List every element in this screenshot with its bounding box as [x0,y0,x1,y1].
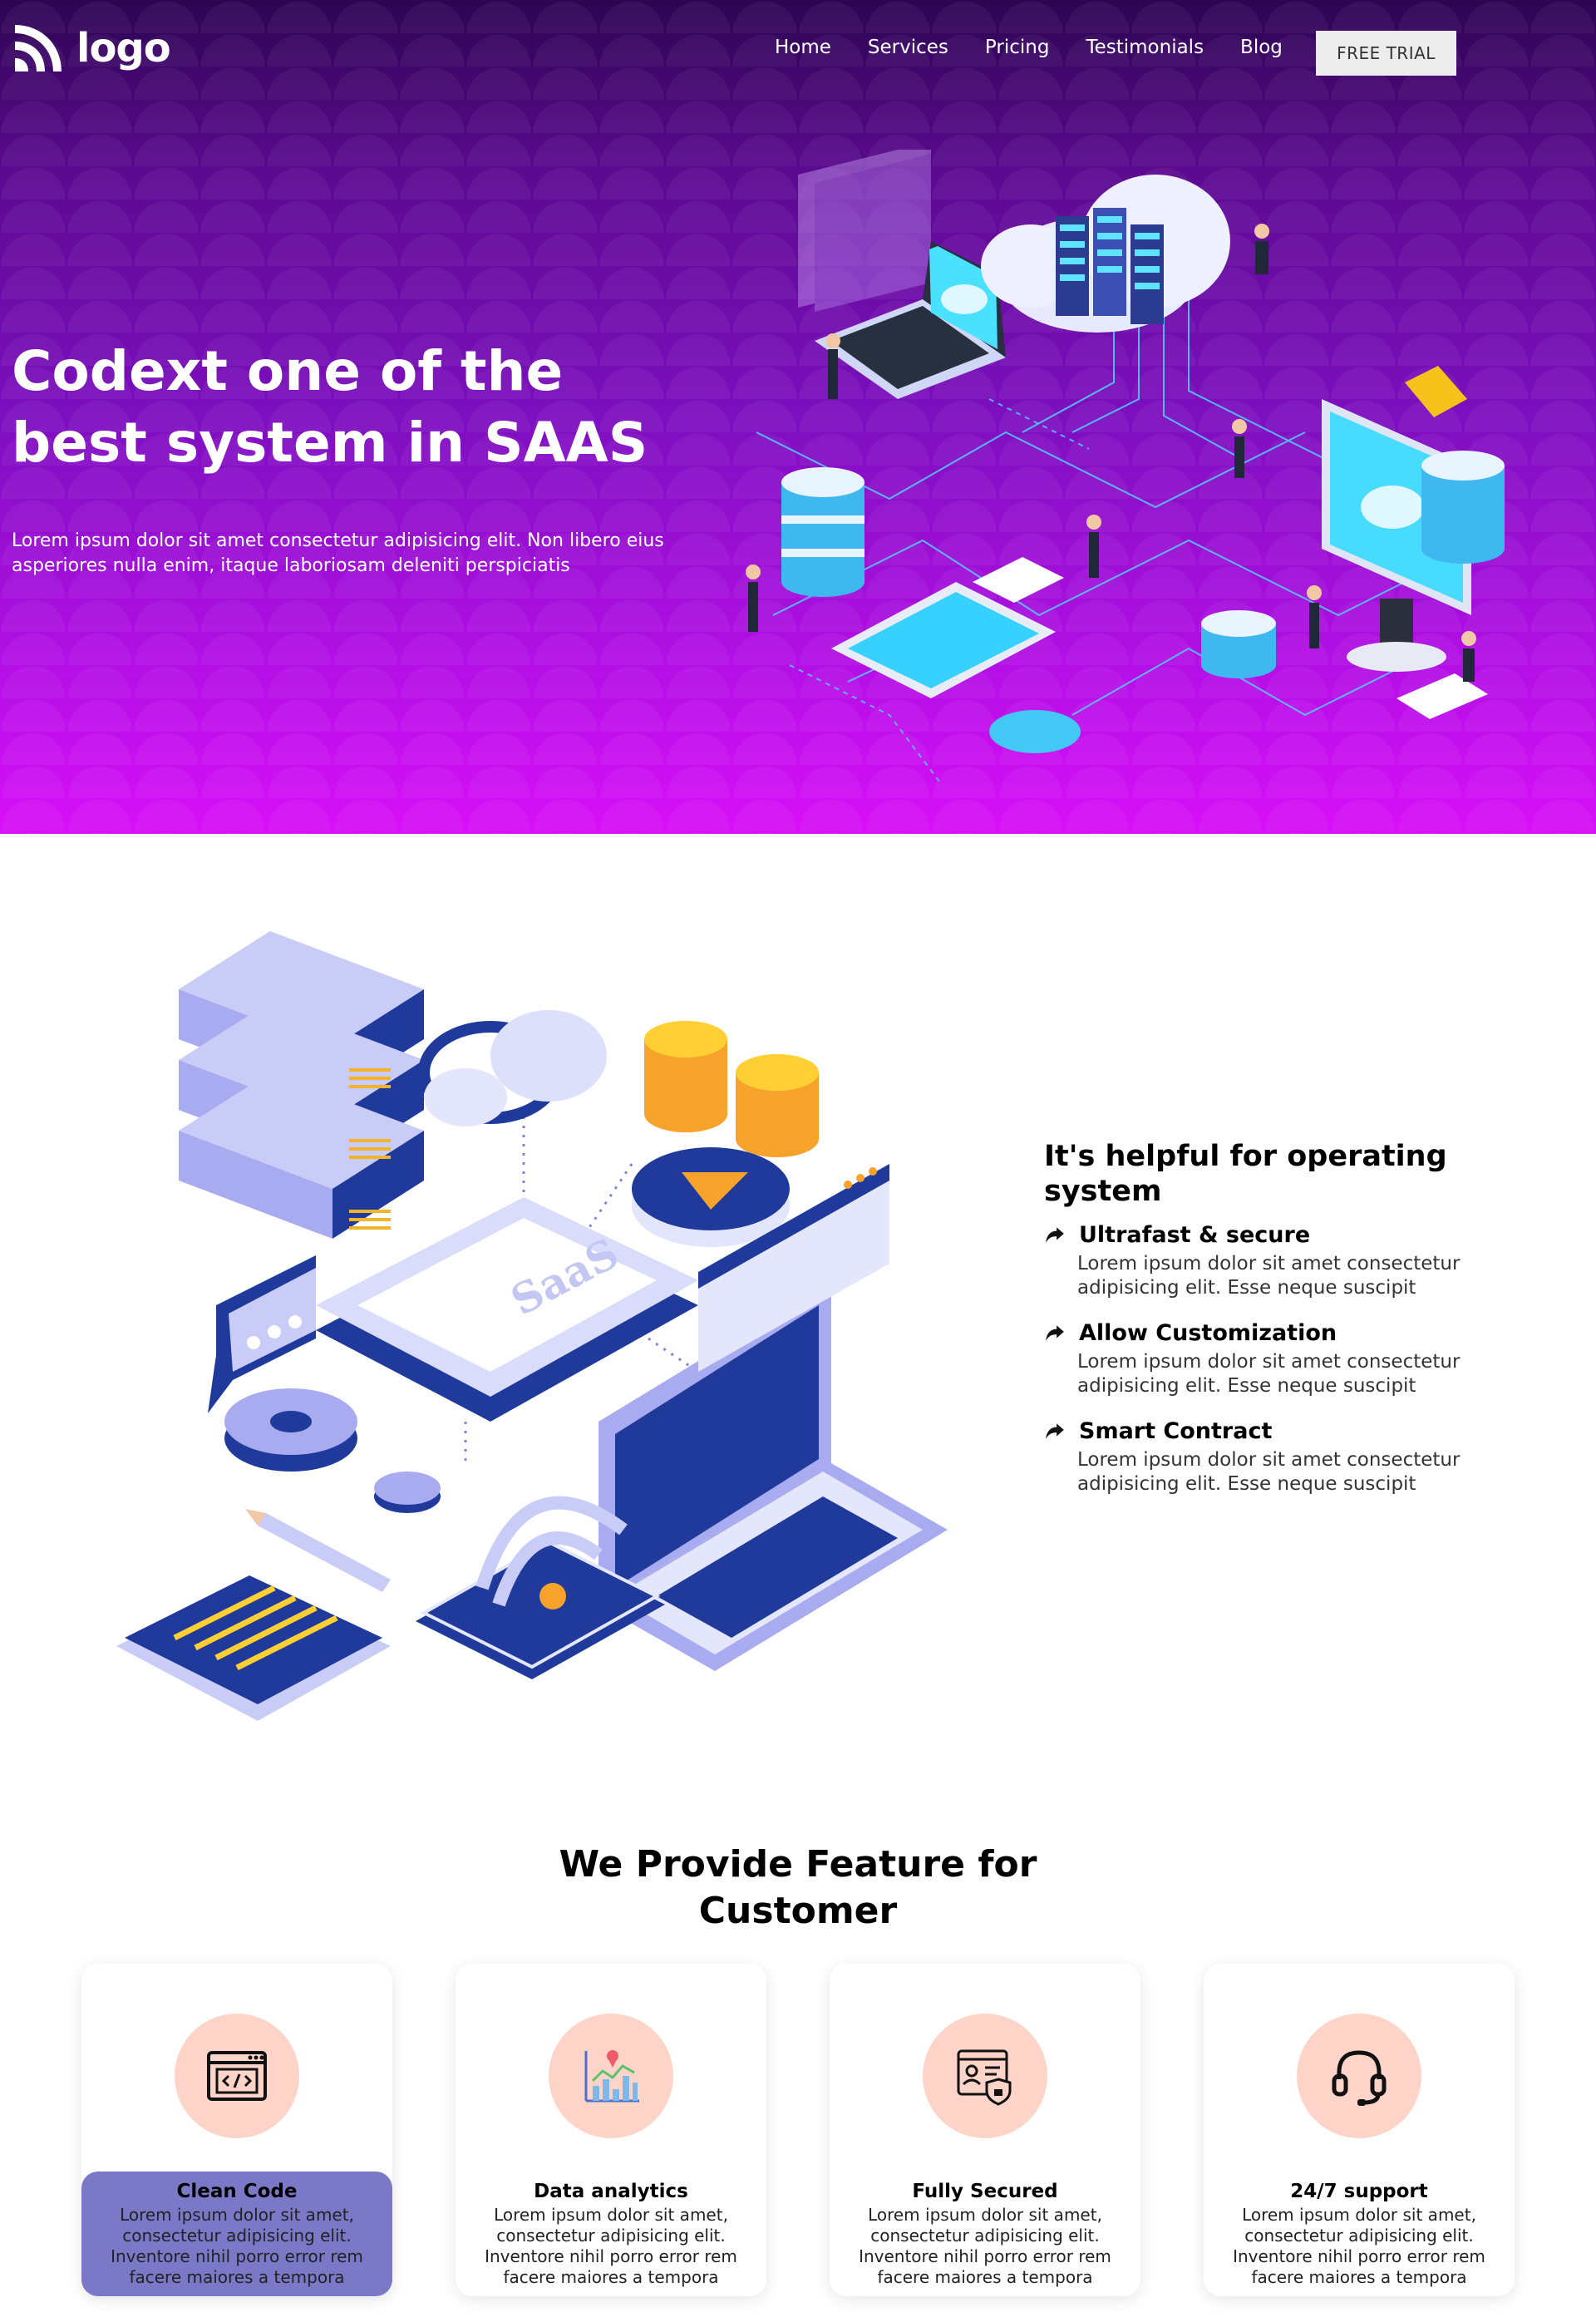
nav-pricing[interactable]: Pricing [985,37,1050,58]
nav-blog[interactable]: Blog [1240,37,1283,58]
feature-card-clean-code[interactable]: Clean Code Lorem ipsum dolor sit amet, c… [81,1964,392,2296]
helpful-features: It's helpful for operating system Ultraf… [1044,1139,1510,1511]
hero-section: logo Home Services Pricing Testimonials … [0,0,1596,834]
helpful-item-desc: Lorem ipsum dolor sit amet consectetur a… [1077,1449,1461,1495]
feature-card-title: 24/7 support [1290,2181,1428,2202]
feature-icon-circle [549,2014,673,2138]
helpful-item: Ultrafast & secure Lorem ipsum dolor sit… [1044,1217,1510,1300]
helpful-item-desc: Lorem ipsum dolor sit amet consectetur a… [1077,1253,1461,1299]
feature-card-title: Data analytics [534,2181,688,2202]
logo[interactable]: logo [12,22,171,75]
hero-subtitle: Lorem ipsum dolor sit amet consectetur a… [12,530,664,576]
share-arrow-icon [1046,1325,1064,1341]
shield-profile-icon [957,2049,1012,2106]
nav-testimonials[interactable]: Testimonials [1086,37,1204,58]
main-nav: Home Services Pricing Testimonials Blog [775,37,1283,58]
rss-logo-icon [15,25,62,71]
code-window-icon [207,2051,267,2101]
feature-card-desc: Lorem ipsum dolor sit amet, consectetur … [111,2205,363,2287]
saas-isometric-illustration: SaaS [116,931,948,1721]
share-arrow-icon [1046,1227,1064,1243]
helpful-item-name: Ultrafast & secure [1079,1221,1311,1248]
helpful-item: Smart Contract Lorem ipsum dolor sit ame… [1044,1413,1510,1496]
feature-cards: Clean Code Lorem ipsum dolor sit amet, c… [81,1964,1515,2296]
free-trial-button[interactable]: FREE TRIAL [1316,31,1456,76]
helpful-item-desc: Lorem ipsum dolor sit amet consectetur a… [1077,1351,1461,1397]
helpful-title: It's helpful for operating system [1044,1140,1447,1208]
helpful-item-name: Smart Contract [1079,1417,1273,1444]
feature-icon-circle [923,2014,1047,2138]
feature-card-data-analytics[interactable]: Data analytics Lorem ipsum dolor sit ame… [456,1964,766,2296]
share-arrow-icon [1046,1423,1064,1439]
feature-card-title: Clean Code [176,2181,298,2202]
nav-services[interactable]: Services [868,37,948,58]
hero-title: Codext one of the best system in SAAS [12,339,648,475]
feature-card-desc: Lorem ipsum dolor sit amet, consectetur … [859,2205,1111,2287]
feature-card-support[interactable]: 24/7 support Lorem ipsum dolor sit amet,… [1204,1964,1515,2296]
feature-card-title: Fully Secured [912,2181,1058,2202]
headset-icon [1332,2050,1387,2106]
features-title: We Provide Feature for Customer [559,1843,1037,1932]
logo-text: logo [76,25,171,71]
feature-icon-circle [1297,2014,1421,2138]
feature-card-desc: Lorem ipsum dolor sit amet, consectetur … [1233,2205,1485,2287]
analytics-chart-icon [584,2050,639,2103]
feature-card-fully-secured[interactable]: Fully Secured Lorem ipsum dolor sit amet… [830,1964,1140,2296]
helpful-item-name: Allow Customization [1079,1319,1337,1346]
helpful-item: Allow Customization Lorem ipsum dolor si… [1044,1315,1510,1398]
cloud-network-illustration [746,150,1505,782]
nav-home[interactable]: Home [775,37,831,58]
feature-icon-circle [175,2014,299,2138]
feature-card-desc: Lorem ipsum dolor sit amet, consectetur … [485,2205,737,2287]
